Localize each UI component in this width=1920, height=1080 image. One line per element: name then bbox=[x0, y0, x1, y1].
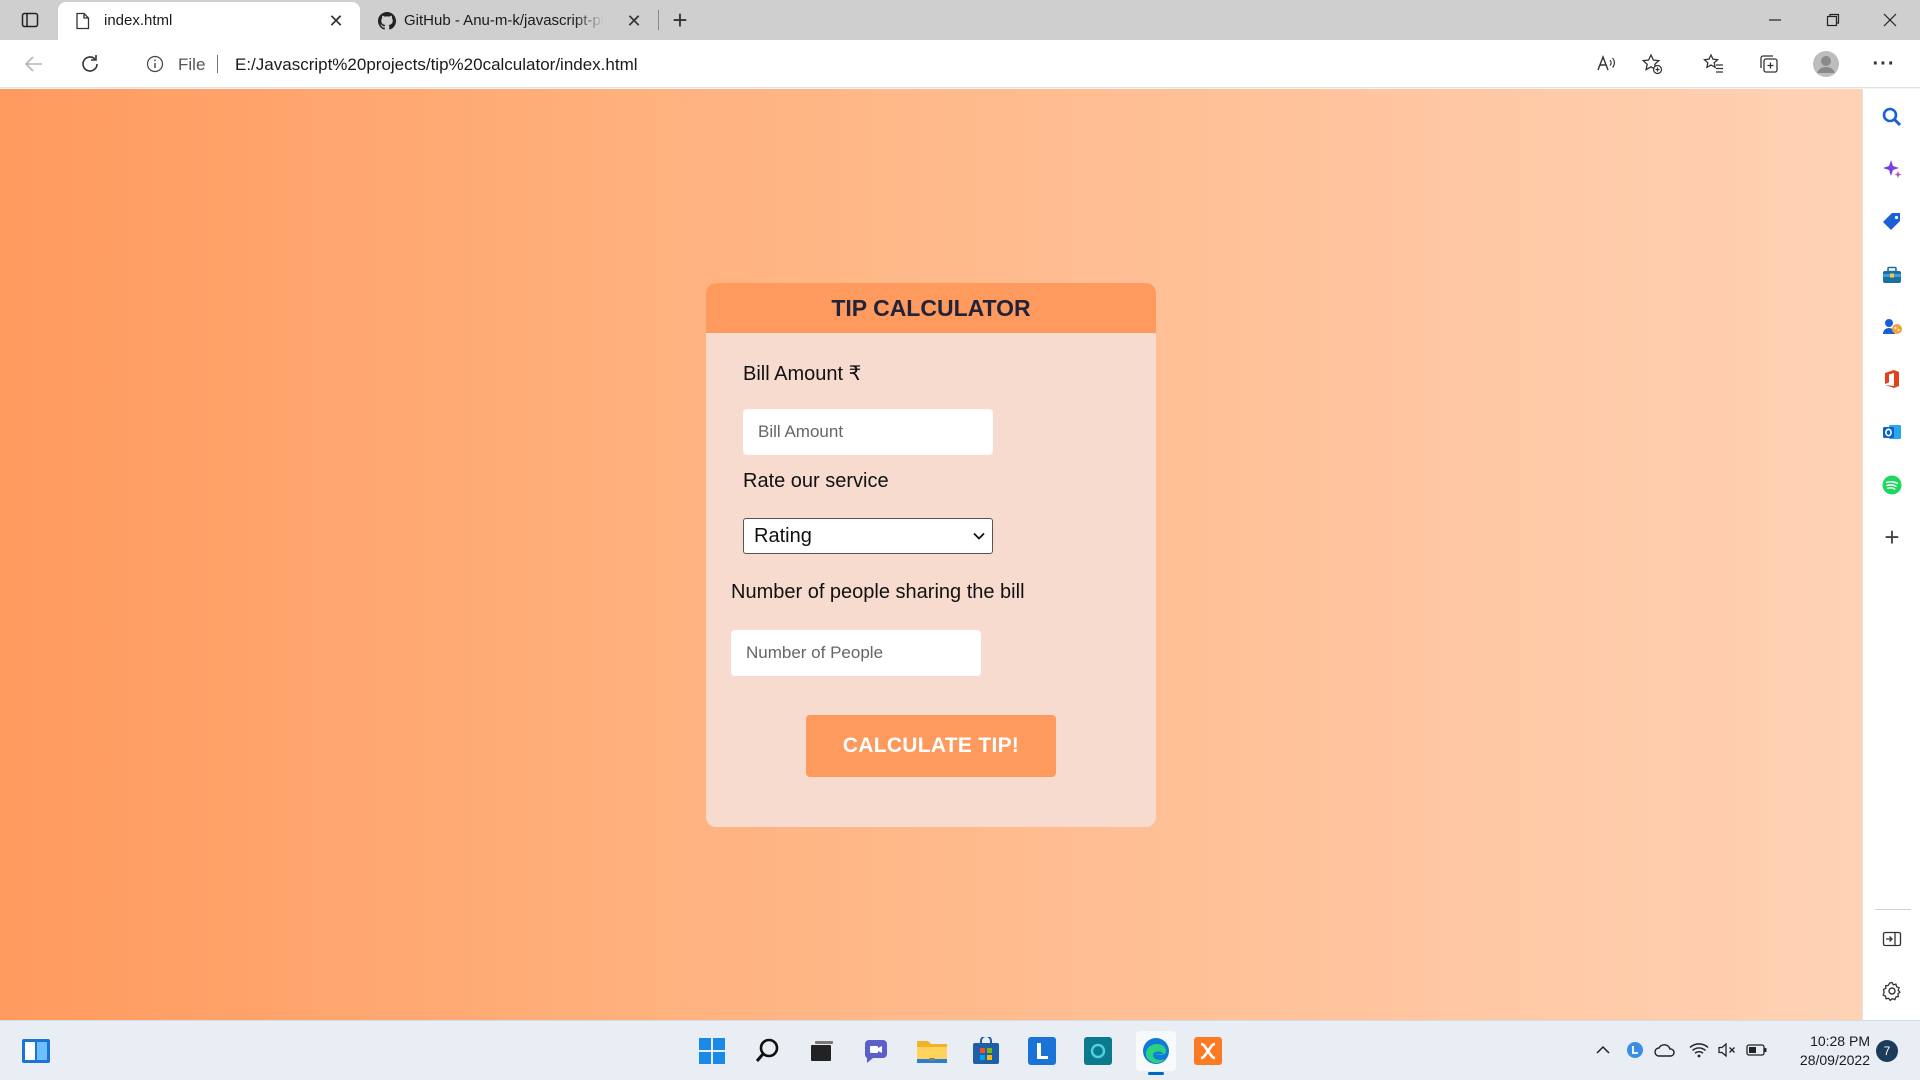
speaker-muted-icon[interactable] bbox=[1716, 1039, 1738, 1061]
chevron-up-icon[interactable] bbox=[1592, 1039, 1614, 1061]
start-windows-icon[interactable] bbox=[696, 1035, 728, 1067]
address-bar[interactable]: File E:/Javascript%20projects/tip%20calc… bbox=[124, 46, 1624, 82]
games-icon[interactable] bbox=[1880, 315, 1904, 339]
wifi-icon[interactable] bbox=[1688, 1039, 1710, 1061]
sidebar-divider bbox=[1875, 909, 1911, 910]
clock-date: 28/09/2022 bbox=[1799, 1052, 1870, 1068]
page-background: TIP CALCULATOR Bill Amount ₹ Rate our se… bbox=[0, 89, 1862, 1020]
hide-sidebar-icon[interactable] bbox=[1880, 927, 1904, 951]
new-tab-icon[interactable]: + bbox=[666, 5, 694, 35]
microsoft-store-icon[interactable] bbox=[970, 1035, 1002, 1067]
search-icon[interactable] bbox=[1880, 105, 1904, 129]
back-icon[interactable] bbox=[20, 50, 48, 78]
service-rating-select[interactable]: Rating bbox=[743, 518, 993, 554]
chat-teams-icon[interactable] bbox=[860, 1035, 892, 1067]
read-aloud-icon[interactable] bbox=[1592, 50, 1620, 78]
github-icon bbox=[378, 12, 396, 30]
tab-strip: index.html ✕ GitHub - Anu-m-k/javascript… bbox=[0, 0, 1920, 40]
discover-sparkle-icon[interactable] bbox=[1880, 157, 1904, 181]
chevron-down-icon bbox=[973, 532, 985, 540]
close-tab-icon[interactable]: ✕ bbox=[624, 11, 644, 31]
search-icon[interactable] bbox=[752, 1035, 784, 1067]
battery-icon[interactable] bbox=[1746, 1039, 1768, 1061]
running-indicator bbox=[929, 1058, 935, 1061]
edge-browser-icon[interactable] bbox=[1136, 1031, 1176, 1075]
clock-time: 10:28 PM bbox=[1810, 1033, 1870, 1049]
notification-badge[interactable]: 7 bbox=[1876, 1040, 1898, 1062]
refresh-icon[interactable] bbox=[76, 50, 104, 78]
calculate-tip-button[interactable]: CALCULATE TIP! bbox=[806, 715, 1056, 777]
system-clock[interactable]: 10:28 PM 28/09/2022 bbox=[1780, 1032, 1870, 1070]
document-icon bbox=[74, 12, 92, 30]
file-explorer-icon[interactable] bbox=[916, 1035, 948, 1067]
url-text[interactable]: E:/Javascript%20projects/tip%20calculato… bbox=[235, 55, 638, 75]
close-tab-icon[interactable]: ✕ bbox=[326, 11, 346, 31]
more-options-icon[interactable]: ··· bbox=[1870, 50, 1898, 78]
tab-github[interactable]: GitHub - Anu-m-k/javascript-projects ✕ bbox=[362, 2, 658, 40]
tab-index[interactable]: index.html ✕ bbox=[58, 2, 360, 40]
tip-calculator-card: TIP CALCULATOR Bill Amount ₹ Rate our se… bbox=[706, 283, 1156, 827]
outlook-icon[interactable] bbox=[1880, 420, 1904, 444]
close-window-icon[interactable] bbox=[1862, 0, 1918, 40]
tab-divider bbox=[658, 10, 659, 30]
site-scheme-label: File bbox=[178, 55, 206, 74]
tab-actions-icon[interactable] bbox=[16, 8, 44, 32]
favorites-icon[interactable] bbox=[1700, 50, 1728, 78]
settings-gear-icon[interactable] bbox=[1880, 979, 1904, 1003]
select-value: Rating bbox=[754, 524, 812, 547]
active-indicator bbox=[1148, 1072, 1164, 1075]
app-l-icon[interactable] bbox=[1026, 1035, 1058, 1067]
browser-toolbar: File E:/Javascript%20projects/tip%20calc… bbox=[0, 40, 1920, 88]
collections-icon[interactable] bbox=[1755, 50, 1783, 78]
shopping-tag-icon[interactable] bbox=[1880, 210, 1904, 234]
restore-icon[interactable] bbox=[1805, 0, 1861, 40]
add-sidebar-app-icon[interactable]: + bbox=[1880, 522, 1904, 552]
windows-taskbar: 10:28 PM 28/09/2022 7 bbox=[0, 1020, 1920, 1080]
tab-title: GitHub - Anu-m-k/javascript-projects bbox=[404, 12, 604, 29]
edge-sidebar: + bbox=[1862, 89, 1920, 1020]
people-count-label: Number of people sharing the bill bbox=[731, 581, 1025, 603]
add-favorite-icon[interactable] bbox=[1638, 50, 1666, 78]
bill-amount-label: Bill Amount ₹ bbox=[743, 363, 862, 385]
app-tray-icon[interactable] bbox=[1624, 1039, 1646, 1061]
service-rating-label: Rate our service bbox=[743, 470, 889, 492]
minimize-icon[interactable] bbox=[1747, 0, 1803, 40]
onedrive-cloud-icon[interactable] bbox=[1654, 1039, 1676, 1061]
app-circle-icon[interactable] bbox=[1082, 1035, 1114, 1067]
spotify-icon[interactable] bbox=[1880, 473, 1904, 497]
tools-briefcase-icon[interactable] bbox=[1880, 263, 1904, 287]
bill-amount-input[interactable] bbox=[743, 409, 993, 455]
info-icon[interactable] bbox=[146, 55, 164, 73]
profile-avatar-icon[interactable] bbox=[1812, 50, 1840, 78]
task-view-icon[interactable] bbox=[806, 1035, 838, 1067]
card-title: TIP CALCULATOR bbox=[706, 283, 1156, 333]
address-divider bbox=[217, 55, 218, 73]
tab-title: index.html bbox=[104, 12, 173, 29]
widgets-icon[interactable] bbox=[20, 1035, 52, 1067]
xampp-icon[interactable] bbox=[1192, 1035, 1224, 1067]
office-icon[interactable] bbox=[1880, 367, 1904, 391]
people-count-input[interactable] bbox=[731, 630, 981, 676]
